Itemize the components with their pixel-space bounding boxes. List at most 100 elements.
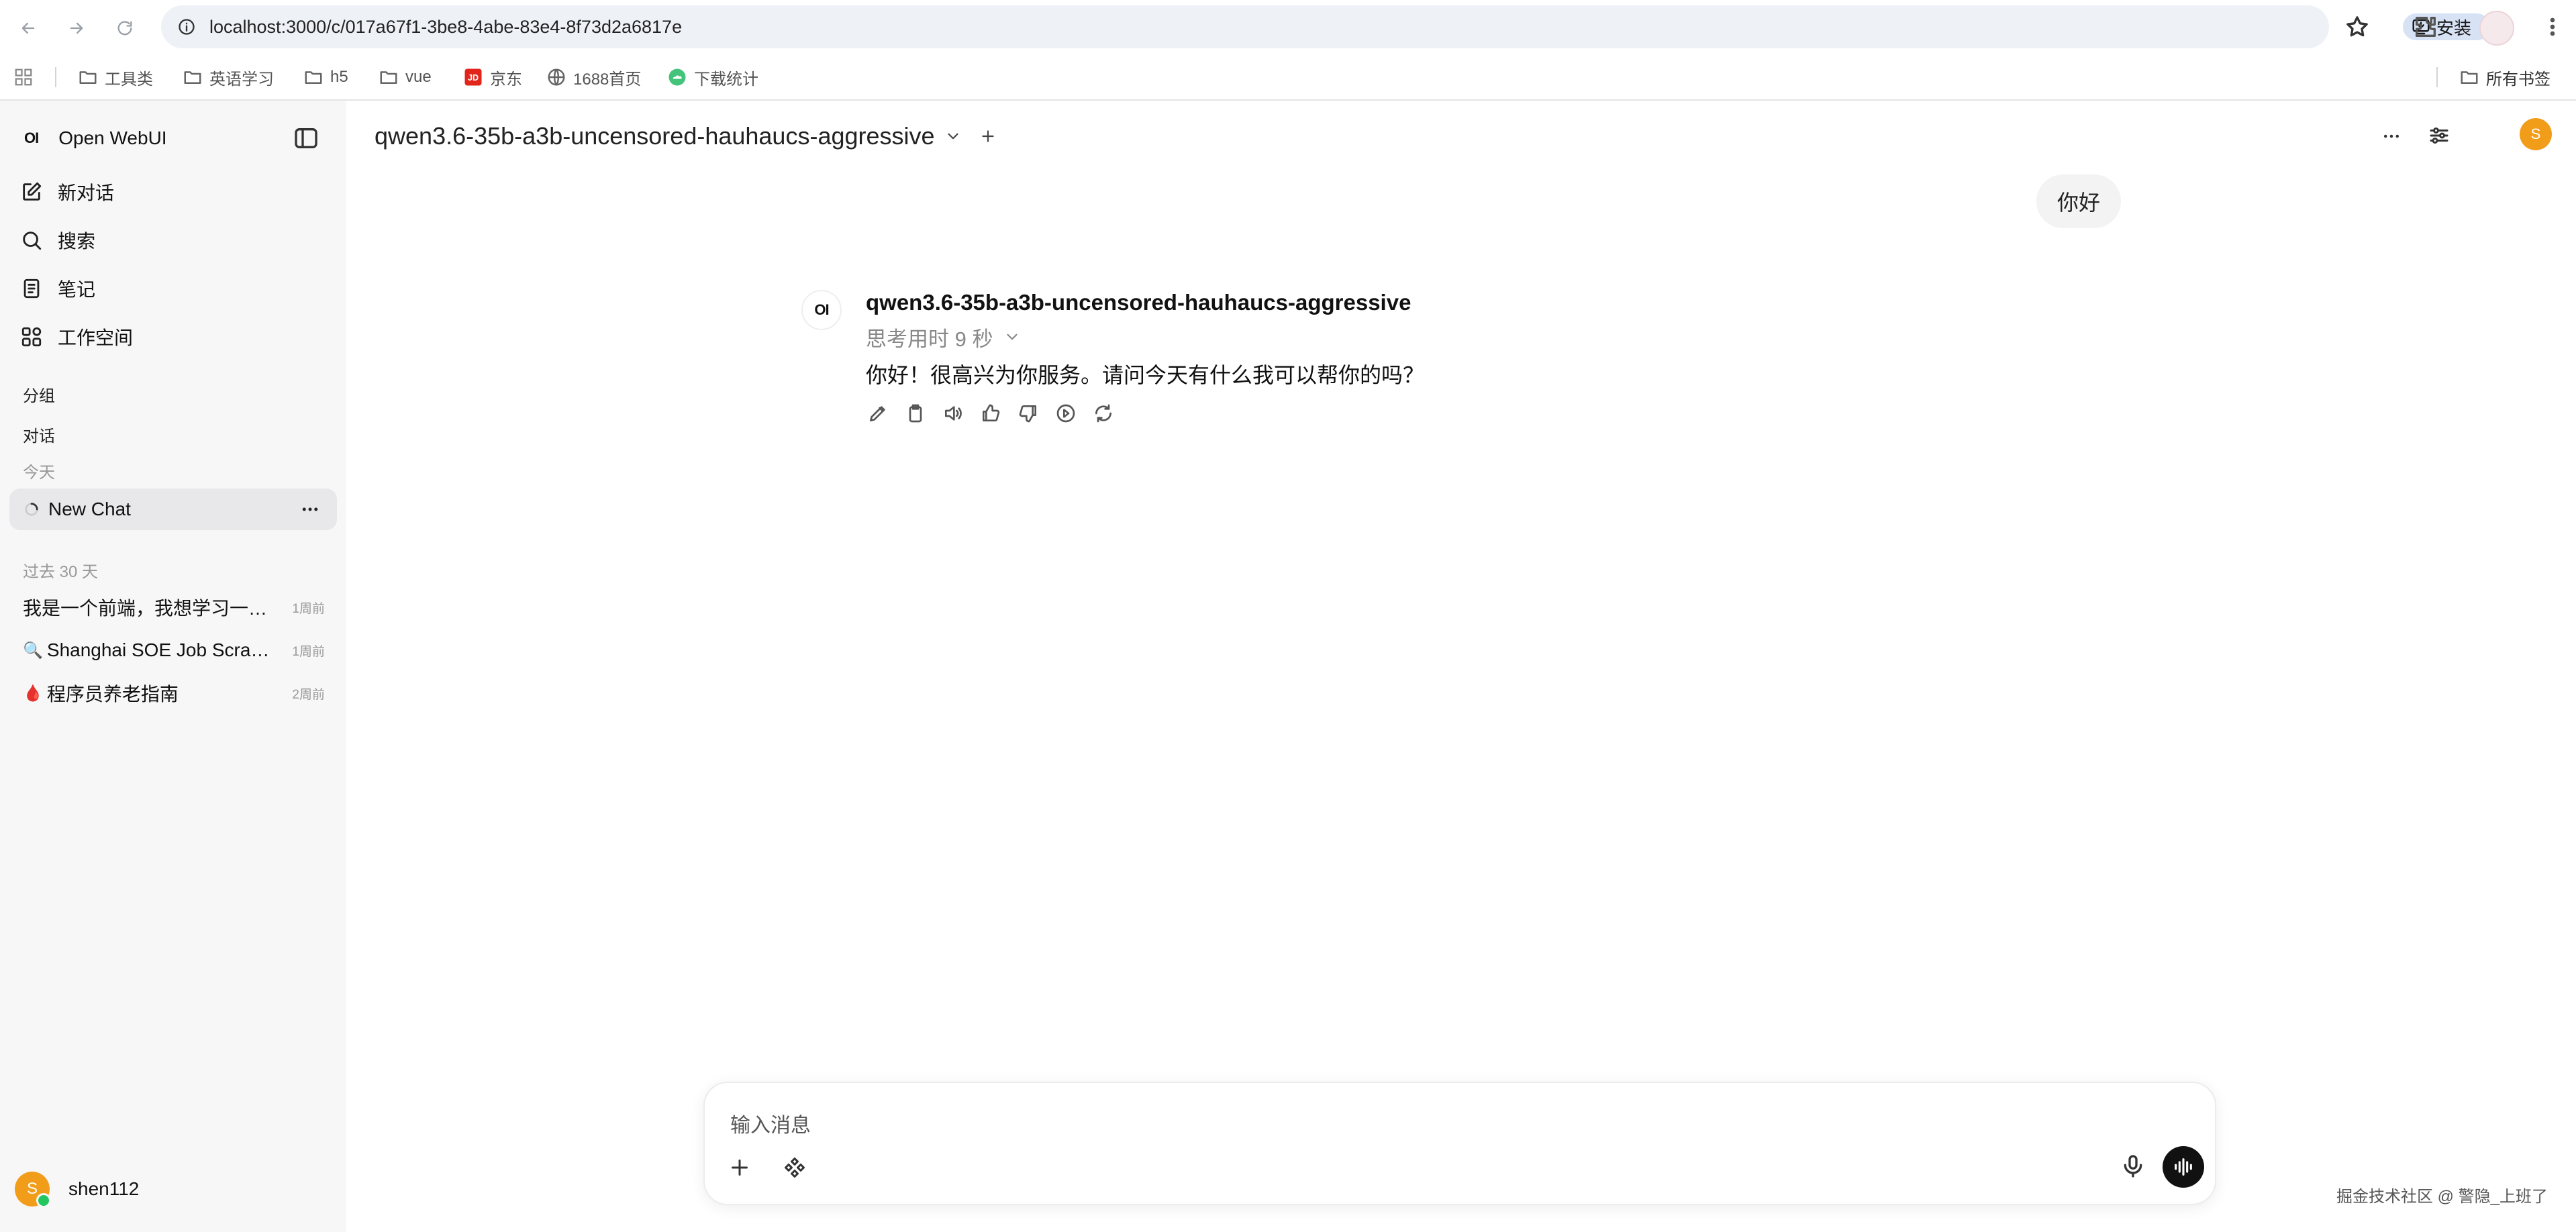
avatar[interactable]: S [2520, 118, 2552, 150]
address-bar[interactable]: localhost:3000/c/017a67f1-3be8-4abe-83e4… [161, 5, 2490, 48]
online-status-dot [36, 1193, 51, 1208]
more-horizontal-icon [2384, 134, 2399, 138]
sidebar-item-new-chat[interactable]: 新对话 [20, 176, 114, 208]
copy-icon[interactable] [905, 403, 926, 424]
sidebar-item-workspace[interactable]: 工作空间 [20, 321, 133, 353]
thumbs-down-icon[interactable] [1018, 403, 1039, 424]
folder-icon [184, 71, 201, 84]
sidebar: OI Open WebUI 新对话 搜索 笔记 工作空间 分组 对话 今天 Ne… [0, 101, 346, 1232]
bookmark-item[interactable]: JD 京东 [463, 55, 522, 99]
audio-waveform-icon [2175, 1158, 2192, 1176]
bookmarks-divider [2436, 67, 2438, 87]
folder-icon [380, 71, 397, 84]
bookmark-item[interactable]: 1688首页 [546, 55, 641, 99]
reload-button[interactable] [110, 13, 140, 43]
controls-button[interactable] [2427, 123, 2451, 148]
message-composer: 输入消息 [703, 1082, 2216, 1205]
jd-icon: JD [464, 68, 482, 86]
chat-item-active[interactable]: New Chat [9, 489, 337, 530]
forward-button[interactable] [62, 13, 91, 43]
microphone-icon[interactable] [2120, 1153, 2146, 1180]
model-name[interactable]: qwen3.6-35b-a3b-uncensored-hauhaucs-aggr… [375, 122, 935, 150]
chat-item-time: 1周前 [292, 644, 325, 659]
integrations-icon[interactable] [783, 1156, 807, 1180]
chat-menu-button[interactable] [2380, 126, 2403, 146]
bookmark-item[interactable]: vue [379, 55, 432, 99]
regenerate-icon[interactable] [1093, 403, 1114, 424]
bookmark-label: 英语学习 [209, 70, 274, 89]
chat-history-item[interactable]: 🩸 程序员养老指南 2周前 [23, 676, 325, 710]
section-groups[interactable]: 分组 [23, 382, 55, 406]
bookmark-item[interactable]: 英语学习 [183, 55, 274, 99]
chat-item-time: 1周前 [292, 601, 325, 616]
brand-logo: OI [24, 130, 39, 146]
user-name: shen112 [68, 1178, 140, 1199]
thinking-toggle[interactable]: 思考用时 9 秒 [866, 323, 1021, 351]
extensions-button[interactable] [2412, 13, 2439, 40]
back-button[interactable] [13, 13, 43, 43]
chat-item-title: 我是一个前端，我想学习一… [23, 598, 268, 619]
workspace-icon [21, 327, 42, 347]
user-message-text: 你好 [2057, 191, 2100, 215]
bookmark-item[interactable]: 工具类 [78, 55, 153, 99]
new-chat-icon [23, 182, 42, 201]
thumbs-up-icon[interactable] [980, 403, 1001, 424]
chevron-down-icon[interactable] [944, 127, 962, 145]
sidebar-item-label: 新对话 [58, 183, 115, 203]
browser-menu-button[interactable] [2542, 13, 2563, 40]
chat-history-item[interactable]: 我是一个前端，我想学习一… 1周前 [23, 591, 325, 624]
voice-mode-button[interactable] [2163, 1146, 2204, 1188]
plus-icon[interactable] [728, 1156, 752, 1180]
chat-item-title: New Chat [48, 499, 131, 519]
sidebar-item-label: 笔记 [58, 279, 96, 300]
apps-button[interactable] [13, 55, 40, 99]
puzzle-icon [2416, 17, 2436, 37]
browser-profile-avatar[interactable] [2479, 11, 2514, 46]
sidebar-item-notes[interactable]: 笔记 [20, 272, 95, 305]
url-text[interactable]: localhost:3000/c/017a67f1-3be8-4abe-83e4… [209, 5, 682, 48]
more-horizontal-icon [302, 507, 318, 511]
model-selector[interactable]: qwen3.6-35b-a3b-uncensored-hauhaucs-aggr… [375, 119, 997, 153]
brand[interactable]: OI Open WebUI [24, 125, 167, 152]
chat-options-button[interactable] [299, 499, 321, 519]
bookmark-label: 1688首页 [573, 70, 642, 89]
thinking-label: 思考用时 9 秒 [866, 327, 993, 351]
user-menu[interactable]: S shen112 [15, 1169, 139, 1209]
bookmark-label: vue [405, 68, 432, 86]
message-input[interactable]: 输入消息 [730, 1109, 811, 1138]
cloud-icon [668, 68, 686, 86]
chevron-down-icon [1007, 333, 1018, 340]
chat-history-item[interactable]: 🔍 Shanghai SOE Job Scrap… 1周前 [23, 633, 325, 667]
all-bookmarks-label: 所有书签 [2486, 70, 2550, 89]
sidebar-toggle-button[interactable] [293, 125, 319, 152]
vertical-dots-icon [2550, 17, 2555, 36]
edit-icon[interactable] [867, 403, 889, 424]
folder-icon [79, 71, 97, 84]
bookmark-item[interactable]: h5 [303, 55, 348, 99]
section-past-30-days: 过去 30 天 [23, 563, 99, 581]
avatar-initial: S [2530, 125, 2541, 142]
bookmarks-divider [55, 67, 56, 87]
bookmark-item[interactable]: 下载统计 [667, 55, 758, 99]
magnifier-emoji-icon: 🔍 [23, 641, 43, 660]
browser-toolbar: localhost:3000/c/017a67f1-3be8-4abe-83e4… [0, 0, 2576, 54]
sliders-icon [2430, 127, 2448, 144]
sidebar-item-search[interactable]: 搜索 [20, 224, 95, 256]
star-icon [2346, 16, 2368, 37]
loading-spinner-icon [25, 503, 38, 516]
all-bookmarks-button[interactable]: 所有书签 [2459, 55, 2550, 99]
chat-item-title: Shanghai SOE Job Scrap… [46, 639, 275, 660]
assistant-avatar: OI [801, 290, 842, 330]
bookmarks-bar: 工具类 英语学习 h5 vue JD 京东 1688首页 下载统计 所有书签 [0, 55, 2576, 101]
drop-emoji-icon: 🩸 [23, 684, 43, 703]
site-info-icon[interactable] [177, 17, 196, 36]
continue-response-icon[interactable] [1055, 403, 1077, 424]
message-actions [867, 400, 1130, 427]
section-chats[interactable]: 对话 [23, 423, 55, 446]
bookmark-star-button[interactable] [2344, 13, 2371, 40]
chat-main: qwen3.6-35b-a3b-uncensored-hauhaucs-aggr… [346, 101, 2576, 1232]
add-model-icon[interactable] [979, 127, 997, 145]
bookmark-label: 下载统计 [694, 70, 758, 89]
speaker-icon[interactable] [942, 403, 964, 424]
bookmark-label: 京东 [490, 70, 522, 89]
